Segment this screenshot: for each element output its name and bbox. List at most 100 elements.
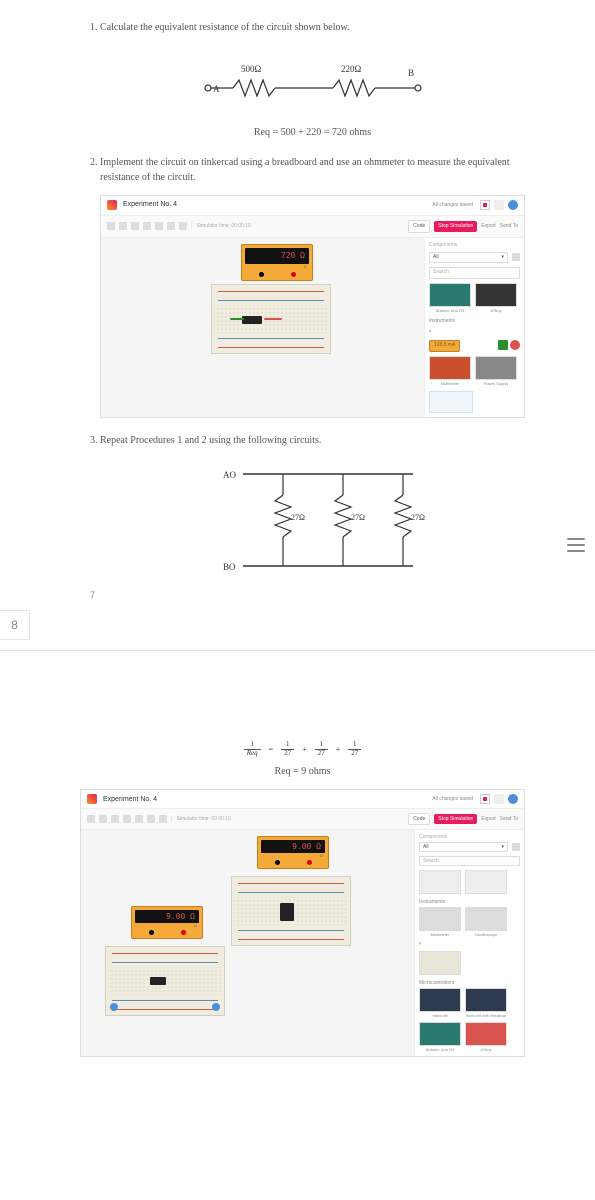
components-filter-dropdown[interactable]: All▾ <box>419 842 508 852</box>
grid-view-icon[interactable] <box>512 843 520 851</box>
component-breadboard-thumb[interactable] <box>429 391 473 413</box>
undo-icon[interactable] <box>135 815 143 823</box>
instruments-label: Instruments <box>429 318 520 326</box>
wire-red[interactable] <box>264 318 282 320</box>
component-thumb[interactable] <box>465 870 507 895</box>
share-icon[interactable] <box>494 200 504 210</box>
chevron-right-icon[interactable]: › <box>419 941 421 947</box>
grid-view-icon[interactable] <box>512 253 520 261</box>
view-toggle-button[interactable] <box>480 794 490 804</box>
export-button[interactable]: Export <box>481 223 495 231</box>
component-chip[interactable] <box>150 977 166 985</box>
multimeter-2a[interactable]: 9.00 Ω Ω <box>257 836 329 869</box>
component-multimeter[interactable]: Multimeter <box>419 907 461 937</box>
led-icon[interactable] <box>212 1003 220 1011</box>
simulator-time: Simulator time: 00:00:10 <box>197 223 251 231</box>
send-to-button[interactable]: Send To <box>500 223 518 231</box>
user-avatar[interactable] <box>508 200 518 210</box>
stop-simulation-button[interactable]: Stop Simulation <box>434 814 477 824</box>
component-thumb[interactable] <box>419 870 461 895</box>
redo-icon[interactable] <box>147 815 155 823</box>
undo-icon[interactable] <box>155 222 163 230</box>
svg-text:BO: BO <box>223 562 236 572</box>
panel-heading: Components <box>419 834 520 840</box>
breadboard[interactable] <box>211 284 331 354</box>
component-attiny[interactable]: ATtiny <box>475 283 517 314</box>
hamburger-menu-icon[interactable] <box>567 538 585 552</box>
microcontrollers-label: Microcontrollers <box>419 980 520 986</box>
component-thumb[interactable] <box>419 951 461 976</box>
export-button[interactable]: Export <box>481 816 495 822</box>
led-green-icon <box>498 340 508 350</box>
multimeter-2b[interactable]: 9.00 Ω Ω <box>131 906 203 939</box>
project-title-2: Experiment No. 4 <box>103 796 157 803</box>
component-power-supply[interactable]: Power Supply <box>475 356 517 387</box>
design-canvas-2[interactable]: 9.00 Ω Ω 9.00 Ω Ω <box>81 830 414 1056</box>
share-icon[interactable] <box>494 794 504 804</box>
wire-green[interactable] <box>230 318 244 320</box>
svg-text:220Ω: 220Ω <box>341 64 362 74</box>
user-avatar[interactable] <box>508 794 518 804</box>
panel-heading: Components <box>429 242 520 250</box>
chevron-right-icon[interactable]: › <box>429 329 431 335</box>
component-multimeter[interactable]: Multimeter <box>429 356 471 387</box>
breadboard-2a[interactable] <box>231 876 351 946</box>
component-arduino[interactable]: Arduino Uno R3 <box>429 283 471 314</box>
svg-text:AO: AO <box>223 470 236 480</box>
simulator-time-2: Simulator time: 00:00:10 <box>177 816 231 822</box>
svg-text:B: B <box>408 68 414 78</box>
resistor[interactable] <box>280 913 294 921</box>
code-button[interactable]: Code <box>408 813 430 825</box>
delete-tool-icon[interactable] <box>143 222 151 230</box>
search-input[interactable]: Search <box>429 267 520 279</box>
component-oscilloscope[interactable]: Oscilloscope <box>465 907 507 937</box>
autosave-status-2: All changes saved <box>429 795 476 803</box>
multimeter[interactable]: 720 Ω Ω <box>241 244 313 281</box>
q1-prompt: Calculate the equivalent resistance of t… <box>100 22 350 33</box>
project-title: Experiment No. 4 <box>123 200 177 211</box>
led-red-icon <box>510 340 520 350</box>
led-icon[interactable] <box>110 1003 118 1011</box>
component-attiny[interactable]: ATtiny <box>465 1022 507 1052</box>
notes-icon[interactable] <box>159 815 167 823</box>
page-separator <box>0 650 595 651</box>
rotate-tool-icon[interactable] <box>111 815 119 823</box>
view-toggle-button[interactable] <box>480 200 490 210</box>
delete-tool-icon[interactable] <box>123 815 131 823</box>
multimeter-display-2a: 9.00 Ω <box>261 840 325 853</box>
svg-text:27Ω: 27Ω <box>291 513 305 522</box>
tc-toolbar-2: | Simulator time: 00:00:10 Code Stop Sim… <box>81 809 524 830</box>
pan-tool-icon[interactable] <box>99 815 107 823</box>
component-chip[interactable] <box>242 316 262 324</box>
tc-header: Experiment No. 4 All changes saved <box>101 196 524 216</box>
cursor-tool-icon[interactable] <box>107 222 115 230</box>
question-3: Repeat Procedures 1 and 2 using the foll… <box>100 433 525 585</box>
cursor-tool-icon[interactable] <box>87 815 95 823</box>
svg-text:500Ω: 500Ω <box>241 64 262 74</box>
code-button[interactable]: Code <box>408 220 430 234</box>
svg-text:A: A <box>213 84 220 94</box>
design-canvas[interactable]: 720 Ω Ω <box>101 238 424 417</box>
search-input[interactable]: Search <box>419 856 520 866</box>
autosave-status: All changes saved <box>429 201 476 211</box>
tinkercad-screenshot-2: Experiment No. 4 All changes saved | Sim… <box>80 789 525 1057</box>
components-filter-dropdown[interactable]: All▾ <box>429 252 508 264</box>
tc-toolbar: | Simulator time: 00:00:10 Code Stop Sim… <box>101 216 524 239</box>
stop-simulation-button[interactable]: Stop Simulation <box>434 221 477 233</box>
tinkercad-screenshot-1: Experiment No. 4 All changes saved | Sim… <box>100 195 525 418</box>
page-tab-number: 8 <box>0 610 30 640</box>
tinkercad-logo-icon <box>87 794 97 804</box>
question-2: Implement the circuit on tinkercad using… <box>100 155 525 418</box>
series-calc: Req = 500 + 220 = 720 ohms <box>100 125 525 140</box>
send-to-button[interactable]: Send To <box>500 816 518 822</box>
q2-prompt: Implement the circuit on tinkercad using… <box>100 157 510 183</box>
rotate-tool-icon[interactable] <box>131 222 139 230</box>
component-microbit[interactable]: micro:bit <box>419 988 461 1018</box>
component-microbit-breakout[interactable]: micro:bit with Breakout <box>465 988 507 1018</box>
parallel-formula: 1Req = 127 + 127 + 127 <box>80 740 525 758</box>
component-arduino[interactable]: Arduino Uno R3 <box>419 1022 461 1052</box>
breadboard-2b[interactable] <box>105 946 225 1016</box>
pan-tool-icon[interactable] <box>119 222 127 230</box>
redo-icon[interactable] <box>167 222 175 230</box>
notes-icon[interactable] <box>179 222 187 230</box>
